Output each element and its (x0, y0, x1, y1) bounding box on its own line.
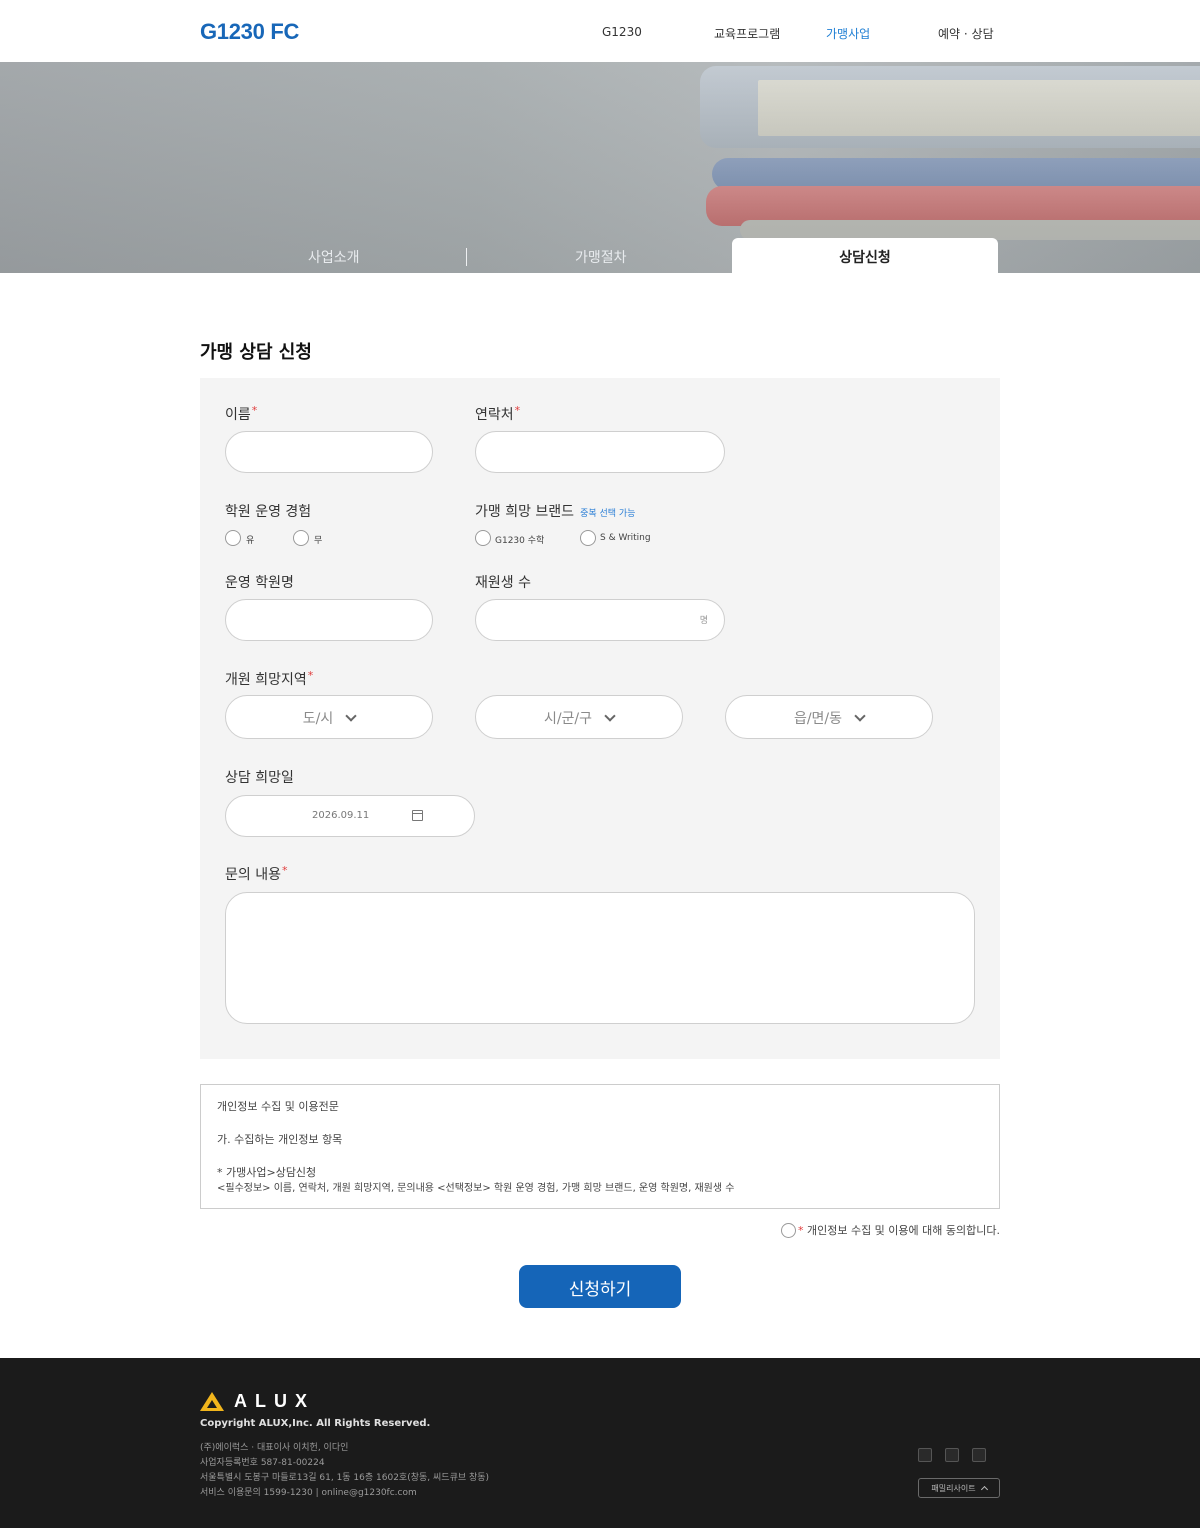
calendar-icon[interactable] (412, 810, 423, 821)
nav-item-reservation[interactable]: 예약 · 상담 (938, 25, 994, 42)
privacy-agree-label: * 개인정보 수집 및 이용에 대해 동의합니다. (797, 1224, 1000, 1237)
privacy-line: 개인정보 수집 및 이용전문 (217, 1100, 339, 1113)
academy-name-label: 운영 학원명 (225, 575, 294, 591)
chevron-down-icon (604, 710, 616, 722)
inquiry-label: 문의 내용* (225, 864, 288, 883)
nav-item-education[interactable]: 교육프로그램 (714, 25, 780, 42)
brand-writing-label: S & Writing (600, 533, 651, 543)
experience-label: 학원 운영 경험 (225, 504, 312, 520)
experience-yes-label: 유 (246, 536, 255, 546)
students-field[interactable]: 명 (475, 599, 725, 641)
brand-writing-checkbox[interactable] (580, 530, 596, 546)
name-label: 이름* (225, 404, 258, 423)
social-icon[interactable] (945, 1448, 959, 1462)
experience-no-label: 무 (314, 536, 323, 546)
tab-divider (466, 248, 467, 266)
province-select[interactable]: 도/시 (225, 695, 433, 739)
tab-franchise-process[interactable]: 가맹절차 (575, 247, 627, 267)
hero-overlay (0, 62, 1200, 273)
site-header: G1230 FC G1230 교육프로그램 가맹사업 예약 · 상담 (0, 0, 1200, 62)
consultation-form: 이름* 연락처* 학원 운영 경험 유 무 가맹 희망 브랜드 중복 선택 가능 … (200, 378, 1000, 1059)
students-unit: 명 (699, 616, 708, 626)
site-footer: ALUX Copyright ALUX,Inc. All Rights Rese… (0, 1358, 1200, 1528)
privacy-line: 가. 수집하는 개인정보 항목 (217, 1133, 343, 1146)
date-picker[interactable]: 2026.09.11 (225, 795, 475, 837)
privacy-agree-checkbox[interactable] (781, 1223, 796, 1238)
city-select[interactable]: 시/군/구 (475, 695, 683, 739)
academy-name-field[interactable] (225, 599, 433, 641)
region-label: 개원 희망지역* (225, 669, 314, 688)
social-icon[interactable] (918, 1448, 932, 1462)
nav-item-franchise[interactable]: 가맹사업 (826, 25, 870, 42)
privacy-policy-box[interactable]: 개인정보 수집 및 이용전문 가. 수집하는 개인정보 항목 * 가맹사업>상담… (200, 1084, 1000, 1209)
submit-button[interactable]: 신청하기 (519, 1265, 681, 1308)
tab-business-intro[interactable]: 사업소개 (308, 247, 360, 267)
date-value: 2026.09.11 (312, 810, 370, 821)
phone-label: 연락처* (475, 404, 521, 423)
page-title: 가맹 상담 신청 (200, 342, 312, 363)
brand-label: 가맹 희망 브랜드 중복 선택 가능 (475, 504, 636, 520)
experience-yes-radio[interactable] (225, 530, 241, 546)
district-select[interactable]: 읍/면/동 (725, 695, 933, 739)
nav-item-g1230[interactable]: G1230 (602, 25, 642, 39)
hero-banner: 사업소개 가맹절차 상담신청 (0, 62, 1200, 273)
footer-company: (주)에이럭스 · 대표이사 이치헌, 이다인 (200, 1443, 349, 1453)
family-site-button[interactable]: 패밀리사이트 (918, 1478, 1000, 1498)
privacy-line: * 가맹사업>상담신청 (217, 1166, 317, 1179)
footer-copyright: Copyright ALUX,Inc. All Rights Reserved. (200, 1418, 431, 1429)
alux-logo-mark-icon (200, 1392, 224, 1411)
inquiry-textarea[interactable] (225, 892, 975, 1024)
chevron-down-icon (854, 710, 866, 722)
brand-math-checkbox[interactable] (475, 530, 491, 546)
chevron-up-icon (980, 1485, 988, 1494)
footer-address: 서울특별시 도봉구 마들로13길 61, 1동 16층 1602호(창동, 씨드… (200, 1473, 490, 1483)
brand-hint: 중복 선택 가능 (580, 509, 636, 519)
experience-no-radio[interactable] (293, 530, 309, 546)
brand-math-label: G1230 수학 (495, 536, 545, 546)
phone-field[interactable] (475, 431, 725, 473)
social-icon[interactable] (972, 1448, 986, 1462)
site-logo[interactable]: G1230 FC (200, 19, 299, 45)
date-label: 상담 희망일 (225, 770, 294, 786)
tab-consultation[interactable]: 상담신청 (732, 238, 998, 273)
footer-business-no: 사업자등록번호 587-81-00224 (200, 1458, 325, 1468)
name-field[interactable] (225, 431, 433, 473)
footer-contact: 서비스 이용문의 1599-1230 | online@g1230fc.com (200, 1488, 417, 1498)
students-label: 재원생 수 (475, 575, 531, 591)
privacy-line: <필수정보> 이름, 연락처, 개원 희망지역, 문의내용 <선택정보> 학원 … (217, 1183, 735, 1194)
chevron-down-icon (345, 710, 357, 722)
